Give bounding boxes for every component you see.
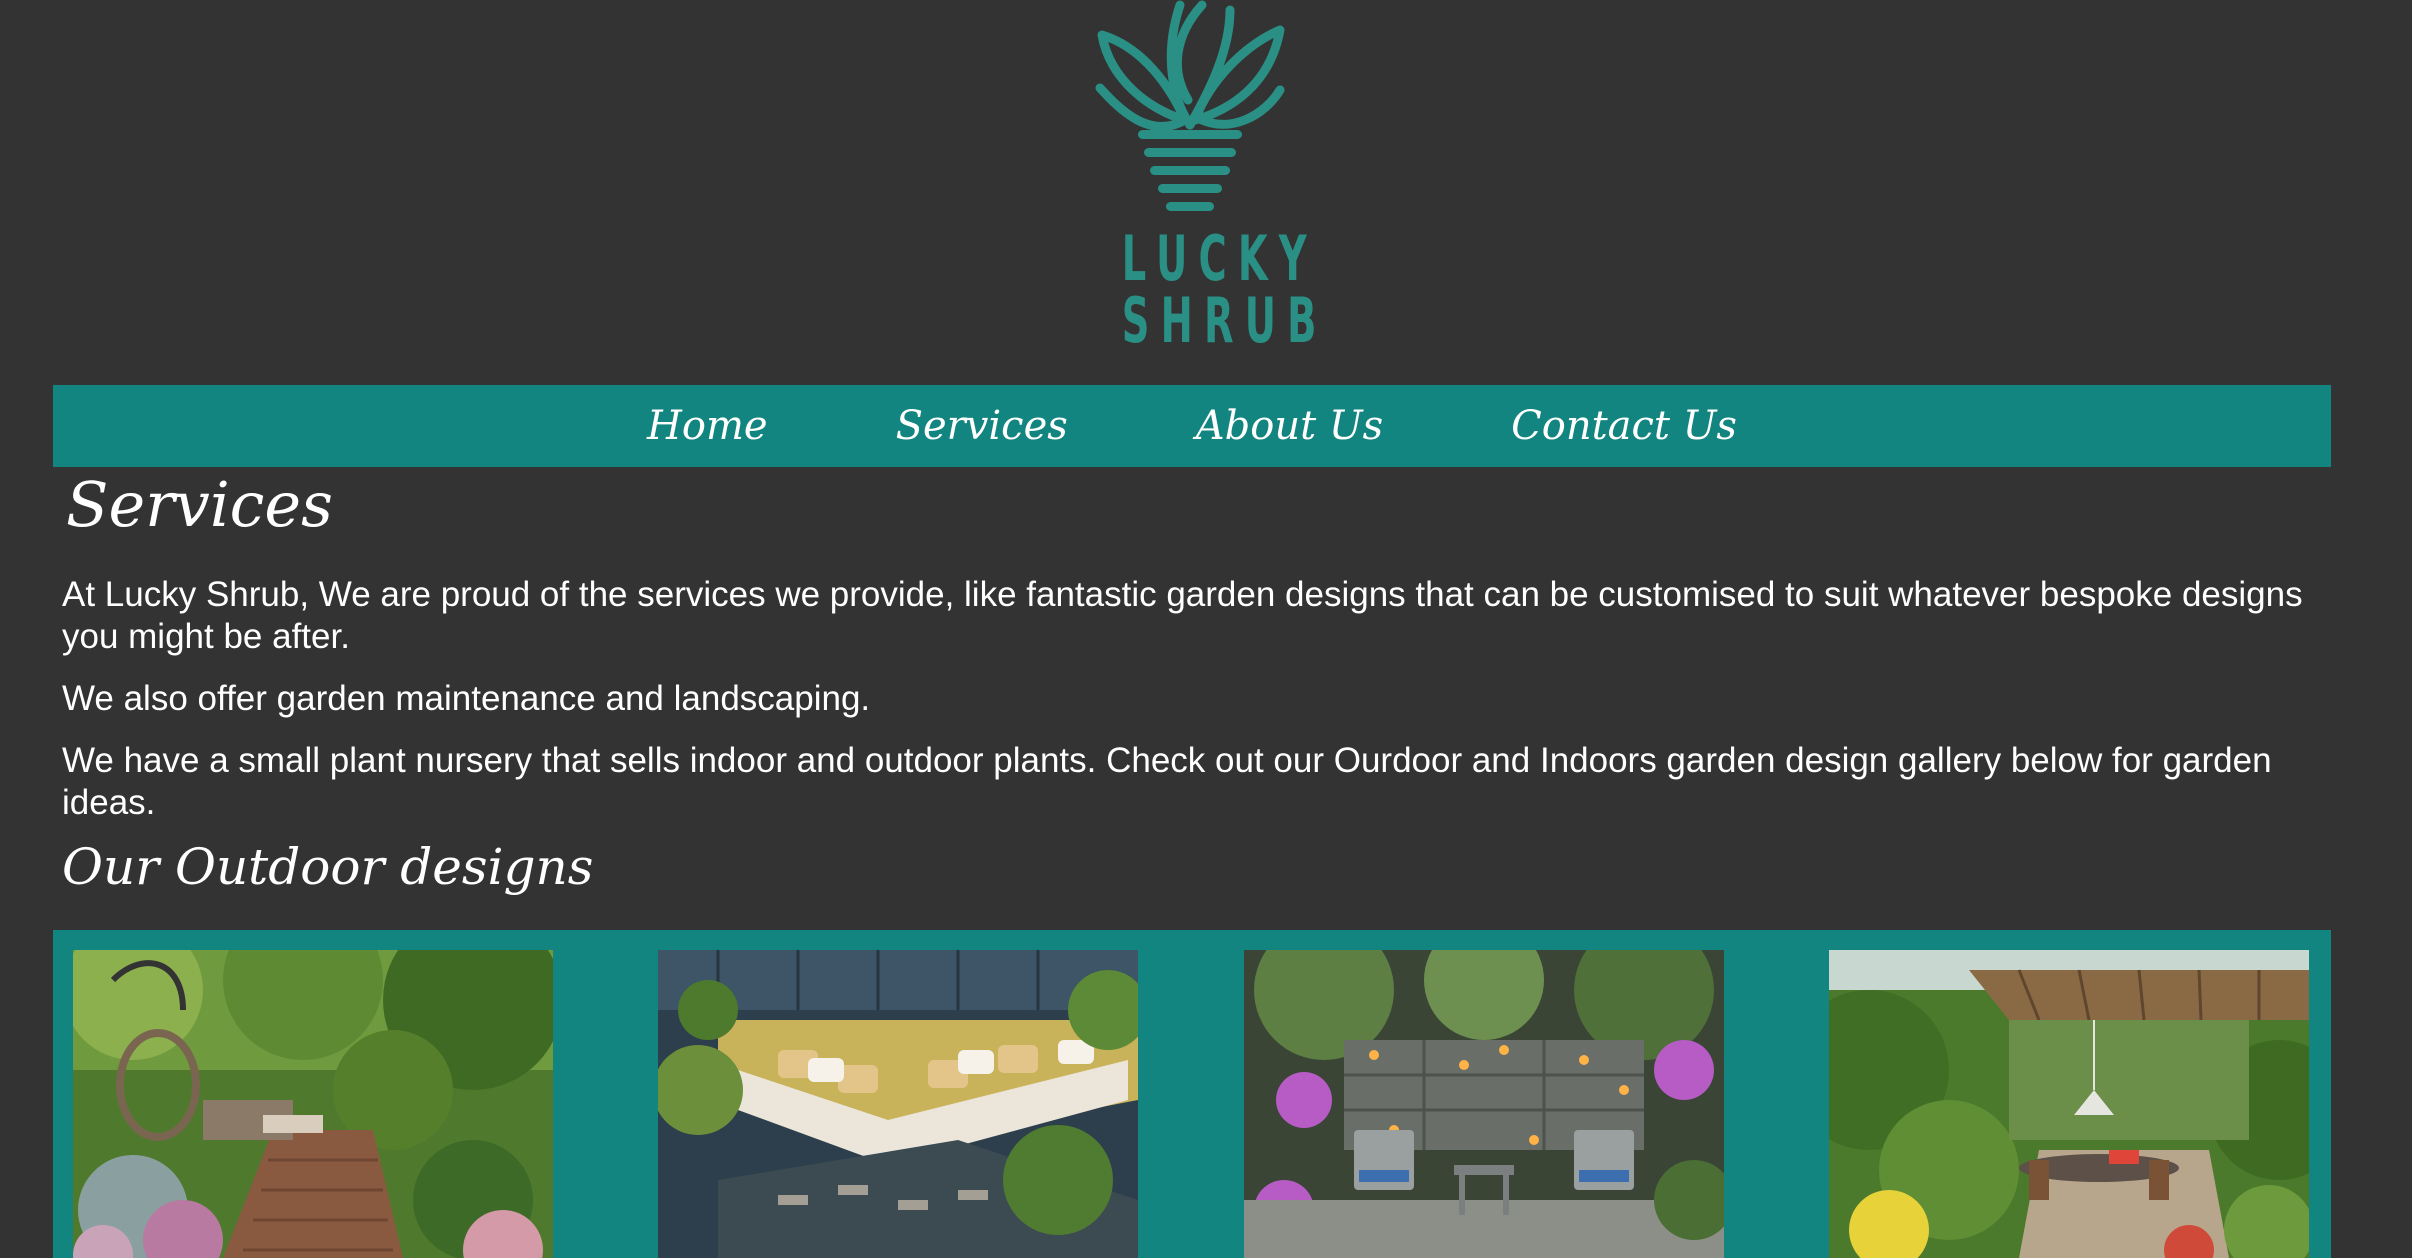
nav-home[interactable]: Home	[647, 403, 768, 449]
outdoor-gallery	[53, 930, 2331, 1258]
nav-contact-us[interactable]: Contact Us	[1511, 403, 1737, 449]
intro-paragraph-1: At Lucky Shrub, We are proud of the serv…	[62, 575, 2303, 656]
potted-plant-icon	[1095, 0, 1285, 211]
page-title: Services	[66, 468, 333, 541]
logo-text-line1: LUCKY	[1121, 222, 1318, 295]
garden-deck-photo[interactable]	[73, 950, 553, 1258]
logo-text-line2: SHRUB	[1121, 284, 1328, 357]
logo[interactable]: LUCKY SHRUB	[1080, 0, 1328, 357]
patio-sofa-photo[interactable]	[658, 950, 1138, 1258]
outdoor-designs-heading: Our Outdoor designs	[62, 838, 594, 896]
intro-paragraph-2: We also offer garden maintenance and lan…	[62, 679, 871, 718]
pergola-dining-photo[interactable]	[1829, 950, 2309, 1258]
intro-paragraph-3: We have a small plant nursery that sells…	[62, 741, 2272, 822]
nav-services[interactable]: Services	[896, 403, 1068, 449]
rock-garden-photo[interactable]	[1244, 950, 1724, 1258]
main-nav: Home Services About Us Contact Us	[53, 385, 2331, 467]
intro-text: At Lucky Shrub, We are proud of the serv…	[62, 574, 2322, 844]
nav-about-us[interactable]: About Us	[1196, 403, 1383, 449]
